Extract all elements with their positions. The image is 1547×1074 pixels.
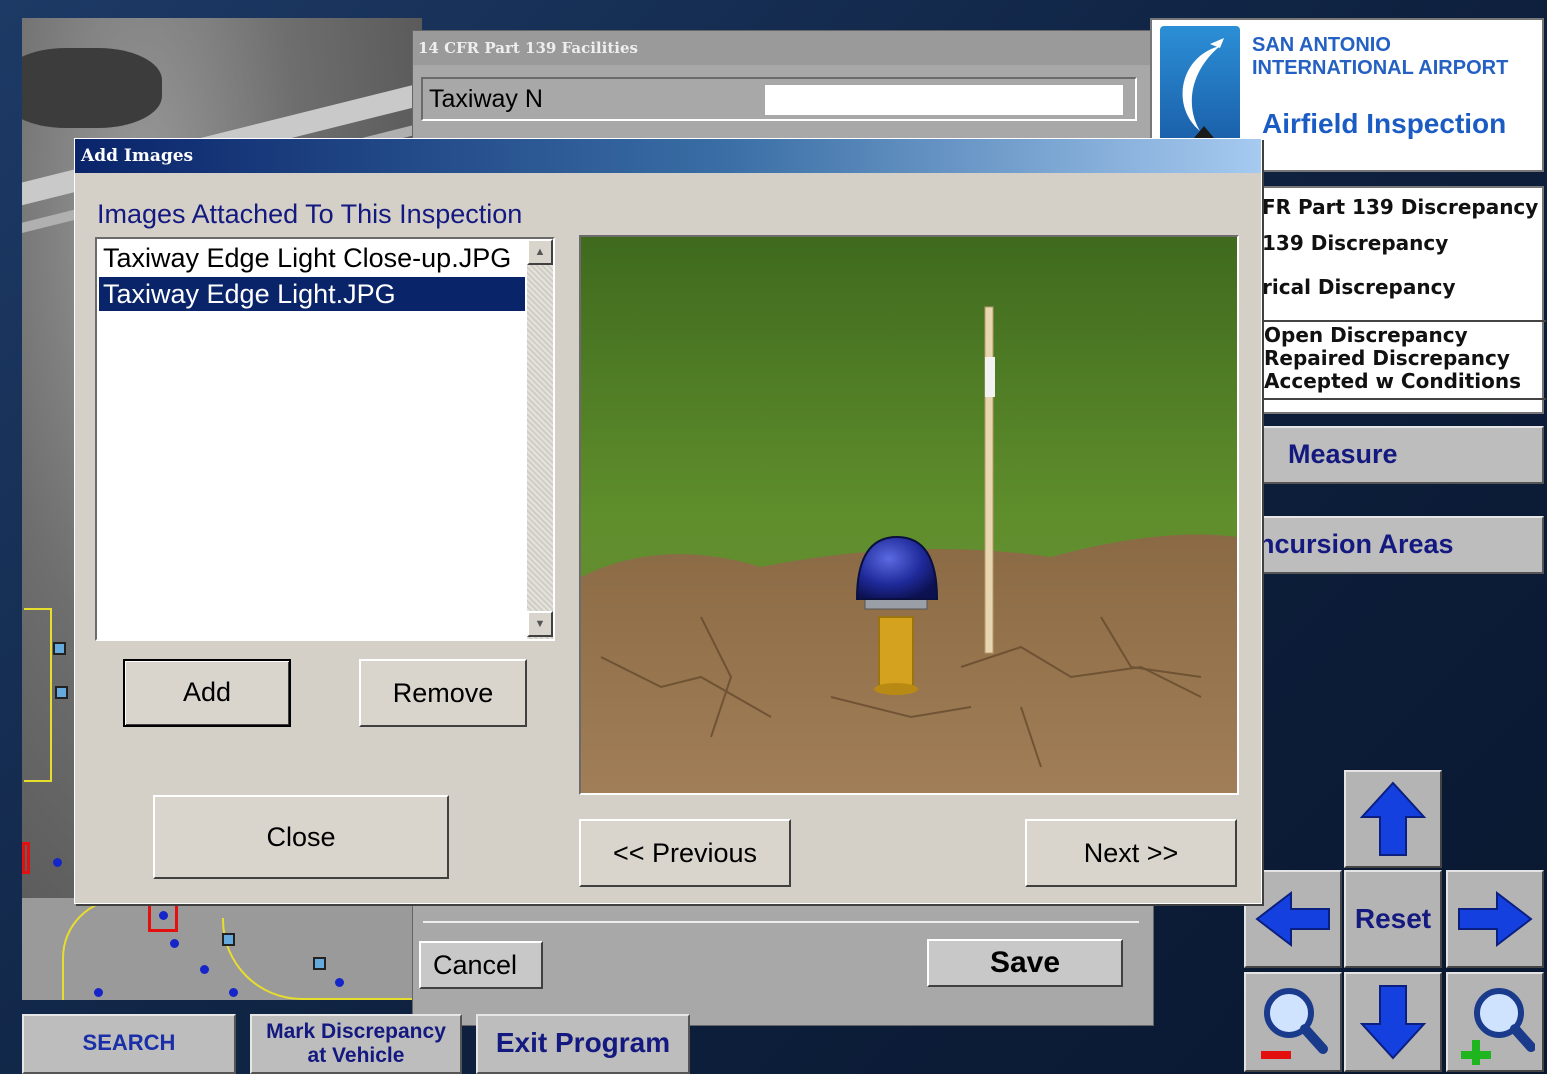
legend-divider (1252, 320, 1546, 322)
pan-down-button[interactable] (1344, 972, 1442, 1072)
attached-images-heading: Images Attached To This Inspection (97, 199, 523, 229)
map-discrepancy-marker[interactable] (22, 842, 30, 874)
map-point[interactable] (229, 988, 238, 997)
image-list-item[interactable]: Taxiway Edge Light Close-up.JPG (99, 241, 525, 275)
dialog-title-bar[interactable]: Add Images (75, 139, 1261, 173)
map-point[interactable] (170, 939, 179, 948)
location-field[interactable] (765, 85, 1123, 115)
arrow-left-icon (1255, 890, 1330, 948)
legend-status-accepted: Accepted w Conditions (1264, 369, 1522, 393)
exit-program-button[interactable]: Exit Program (476, 1014, 690, 1074)
legend-statuses: Open Discrepancy Repaired Discrepancy Ac… (1264, 324, 1521, 393)
pan-up-button[interactable] (1344, 770, 1442, 868)
taxiway-edge-light-photo (581, 237, 1237, 793)
map-marker[interactable] (313, 957, 326, 970)
legend-type-1: FR Part 139 Discrepancy (1262, 195, 1539, 219)
image-preview (579, 235, 1239, 795)
remove-button[interactable]: Remove (359, 659, 527, 727)
map-marker[interactable] (55, 686, 68, 699)
cancel-button[interactable]: Cancel (419, 941, 543, 989)
airport-logo (1160, 26, 1240, 146)
next-button[interactable]: Next >> (1025, 819, 1237, 887)
divider (423, 901, 1139, 923)
map-shadow (22, 48, 162, 128)
map-discrepancy-marker[interactable] (148, 902, 178, 932)
add-images-dialog: Add Images Images Attached To This Inspe… (74, 138, 1262, 904)
legend-type-2: 139 Discrepancy (1262, 231, 1449, 255)
facilities-title-bar: 14 CFR Part 139 Facilities (413, 31, 1153, 65)
legend-status-open: Open Discrepancy (1264, 323, 1468, 347)
map-boundary (24, 608, 52, 782)
airport-name-line2: INTERNATIONAL AIRPORT (1252, 57, 1509, 79)
app-title: Airfield Inspection (1262, 108, 1507, 139)
zoom-in-button[interactable] (1446, 972, 1544, 1072)
pan-right-button[interactable] (1446, 870, 1544, 968)
search-button[interactable]: SEARCH (22, 1014, 236, 1074)
arrow-right-icon (1458, 890, 1533, 948)
map-point[interactable] (200, 965, 209, 974)
arrow-up-icon (1359, 781, 1427, 856)
mark-discrepancy-button[interactable]: Mark Discrepancy at Vehicle (250, 1014, 462, 1074)
legend-status-repaired: Repaired Discrepancy (1264, 346, 1510, 370)
add-button[interactable]: Add (123, 659, 291, 727)
image-listbox[interactable]: Taxiway Edge Light Close-up.JPG Taxiway … (95, 237, 555, 641)
map-marker[interactable] (222, 933, 235, 946)
reset-button[interactable]: Reset (1344, 870, 1442, 968)
zoom-out-button[interactable] (1244, 972, 1342, 1072)
scroll-up-button[interactable]: ▲ (527, 239, 553, 265)
map-point[interactable] (335, 978, 344, 987)
mark-discrepancy-line1: Mark Discrepancy (266, 1020, 446, 1043)
airport-name: SAN ANTONIO INTERNATIONAL AIRPORT (1252, 34, 1508, 80)
listbox-scrollbar[interactable]: ▲ ▼ (527, 239, 553, 639)
image-list-item-selected[interactable]: Taxiway Edge Light.JPG (99, 277, 525, 311)
location-value: Taxiway N (429, 85, 543, 113)
arrow-down-icon (1359, 985, 1427, 1060)
close-button[interactable]: Close (153, 795, 449, 879)
zoom-in-icon (1461, 988, 1535, 1065)
airport-name-line1: SAN ANTONIO (1252, 34, 1391, 56)
legend-divider (1252, 398, 1546, 400)
scroll-down-button[interactable]: ▼ (527, 611, 553, 637)
save-button[interactable]: Save (927, 939, 1123, 987)
zoom-out-icon (1261, 988, 1328, 1059)
legend-type-3: rical Discrepancy (1262, 275, 1456, 299)
map-point[interactable] (53, 858, 62, 867)
previous-button[interactable]: << Previous (579, 819, 791, 887)
location-row: Taxiway N (421, 77, 1137, 121)
map-marker[interactable] (53, 642, 66, 655)
map-point[interactable] (94, 988, 103, 997)
mark-discrepancy-line2: at Vehicle (307, 1044, 405, 1067)
